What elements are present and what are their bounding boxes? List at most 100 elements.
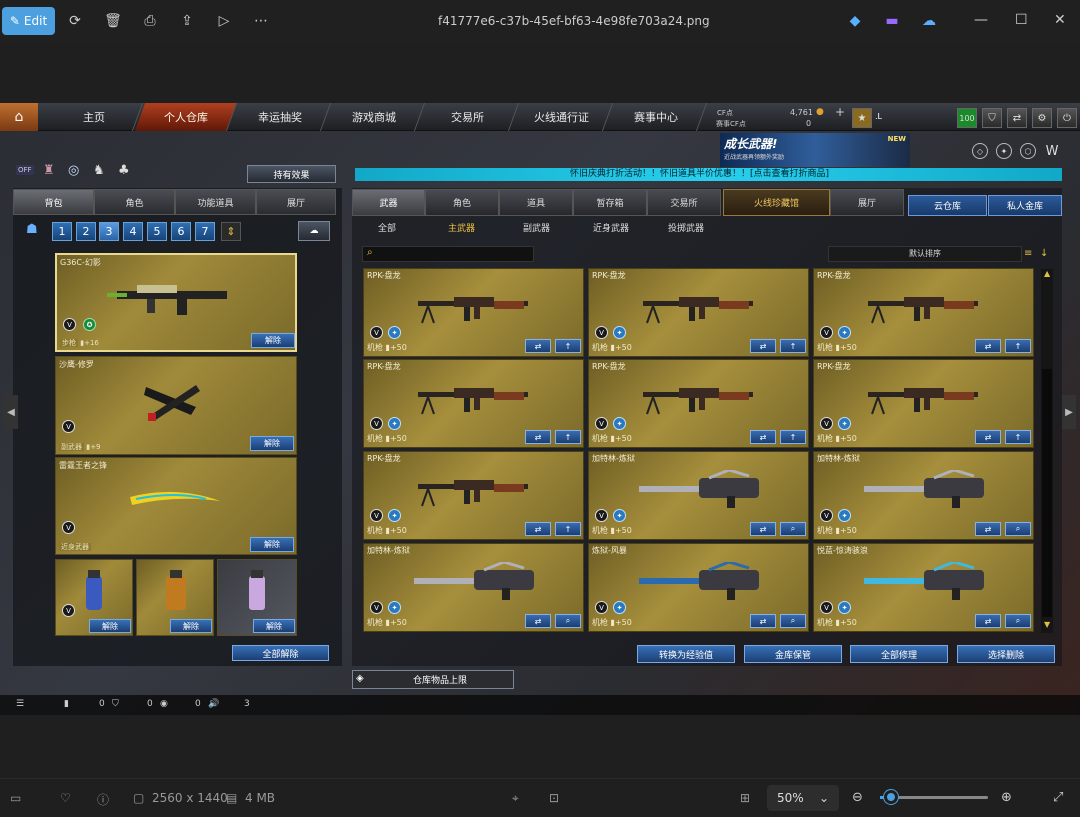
clipchamp-icon[interactable]: ▬	[883, 12, 901, 30]
storage-limit[interactable]: 仓库物品上限	[352, 670, 514, 689]
equip-button[interactable]: ↑	[780, 430, 806, 444]
share-icon[interactable]: ⇪	[178, 12, 196, 30]
inspect-button[interactable]: ⌕	[1005, 522, 1031, 536]
event-icon-1[interactable]: ◇	[972, 143, 988, 159]
runner-icon[interactable]: ♞	[93, 163, 105, 178]
sort-order-icon[interactable]: ↓	[1040, 248, 1048, 259]
equip-compare-button[interactable]: ⇄	[525, 614, 551, 628]
helmet-icon[interactable]: ☗	[26, 222, 38, 237]
tab-temp-box[interactable]: 暂存箱	[573, 189, 647, 216]
edit-button[interactable]: ✎ Edit	[2, 7, 55, 35]
grenade-slot[interactable]: 解除	[136, 559, 214, 636]
swap-icon[interactable]: ⇄	[1007, 108, 1027, 128]
inspect-button[interactable]: ⌕	[1005, 614, 1031, 628]
maximize-button[interactable]: ☐	[1015, 12, 1028, 28]
scroll-down-icon[interactable]: ▼	[1044, 620, 1050, 629]
shield-icon[interactable]: ⛉	[982, 108, 1002, 128]
filmstrip-icon[interactable]: ▭	[10, 791, 21, 805]
tab-collection[interactable]: 火线珍藏馆	[723, 189, 830, 216]
unequip-button[interactable]: 解除	[250, 537, 294, 552]
weapon-card[interactable]: 悦蓝-惊涛骇浪 V ✦ 机枪 ▮+50 ⇄ ⌕	[813, 543, 1034, 632]
equip-button[interactable]: ↑	[555, 522, 581, 536]
grenade-slot[interactable]: V 解除	[55, 559, 133, 636]
tab-backpack[interactable]: 背包	[13, 189, 94, 215]
print-icon[interactable]: ⎙	[141, 12, 159, 30]
weapon-card[interactable]: RPK-盘龙 V ✦ 机枪 ▮+50 ⇄ ↑	[588, 359, 809, 448]
vault-keep-button[interactable]: 金库保管	[744, 645, 842, 663]
inspect-button[interactable]: ⌕	[780, 522, 806, 536]
nav-lottery[interactable]: 幸运抽奖	[228, 103, 332, 131]
equip-compare-button[interactable]: ⇄	[525, 430, 551, 444]
effect-button[interactable]: 持有效果	[247, 165, 336, 183]
event-icon-3[interactable]: ⬡	[1020, 143, 1036, 159]
zoom-slider-handle[interactable]	[884, 790, 898, 804]
rotate-icon[interactable]: ⟳	[66, 12, 84, 30]
equip-compare-button[interactable]: ⇄	[525, 339, 551, 353]
subtab-secondary[interactable]: 副武器	[523, 221, 550, 234]
loadout-share-icon[interactable]: ☁	[298, 221, 330, 241]
target-icon[interactable]: ◎	[68, 163, 79, 178]
weapon-card[interactable]: RPK-盘龙 V ✦ 机枪 ▮+50 ⇄ ↑	[813, 268, 1034, 357]
tab-weapons[interactable]: 武器	[352, 189, 425, 216]
primary-slot[interactable]: G36C-幻影 V ✪ 步枪 ▮+16 解除	[55, 253, 297, 352]
minimize-button[interactable]: —	[974, 12, 988, 28]
zoom-dropdown[interactable]: 50% ⌄	[767, 785, 839, 811]
unequip-button[interactable]: 解除	[89, 619, 131, 633]
subtab-all[interactable]: 全部	[378, 221, 396, 234]
unequip-button[interactable]: 解除	[253, 619, 295, 633]
event-icon-2[interactable]: ✦	[996, 143, 1012, 159]
page-button-active[interactable]: 3	[99, 222, 119, 241]
equip-compare-button[interactable]: ⇄	[750, 339, 776, 353]
equip-compare-button[interactable]: ⇄	[975, 339, 1001, 353]
fullscreen-icon[interactable]: ⤢	[1053, 790, 1063, 805]
inspect-button[interactable]: ⌕	[780, 614, 806, 628]
weapon-card[interactable]: RPK-盘龙 V ✦ 机枪 ▮+50 ⇄ ↑	[588, 268, 809, 357]
weapon-card[interactable]: 加特林-炼狱 V ✦ 机枪 ▮+50 ⇄ ⌕	[363, 543, 584, 632]
nav-shop[interactable]: 游戏商城	[322, 103, 426, 131]
event-icon-4[interactable]: W	[1044, 143, 1060, 159]
list-view-icon[interactable]: ≡	[1024, 248, 1032, 259]
unequip-button[interactable]: 解除	[170, 619, 212, 633]
nav-events[interactable]: 赛事中心	[604, 103, 708, 131]
equip-compare-button[interactable]: ⇄	[750, 522, 776, 536]
tab-showroom[interactable]: 展厅	[256, 189, 336, 215]
page-button[interactable]: 5	[147, 222, 167, 241]
weapon-card[interactable]: RPK-盘龙 V ✦ 机枪 ▮+50 ⇄ ↑	[813, 359, 1034, 448]
secondary-slot[interactable]: 沙鹰-修罗 V 副武器 ▮+9 解除	[55, 356, 297, 455]
page-button[interactable]: 7	[195, 222, 215, 241]
tab-character[interactable]: 角色	[94, 189, 175, 215]
tab-items[interactable]: 道具	[499, 189, 573, 216]
zoom-in-icon[interactable]: ⊕	[1001, 790, 1012, 805]
equip-button[interactable]: ↑	[1005, 430, 1031, 444]
home-icon[interactable]: ⌂	[0, 103, 38, 131]
equip-compare-button[interactable]: ⇄	[750, 430, 776, 444]
info-icon[interactable]: ⓘ	[97, 791, 109, 808]
page-button[interactable]: 2	[76, 222, 96, 241]
gear-icon[interactable]: ⚙	[1032, 108, 1052, 128]
tab-private-vault[interactable]: 私人金库	[988, 195, 1062, 216]
scrollbar[interactable]	[1041, 269, 1053, 633]
tab-exchange[interactable]: 交易所	[647, 189, 721, 216]
repair-all-button[interactable]: 全部修理	[850, 645, 948, 663]
power-icon[interactable]: ⏻	[1057, 108, 1077, 128]
designer-icon[interactable]: ◆	[846, 12, 864, 30]
equip-button[interactable]: ↑	[1005, 339, 1031, 353]
subtab-throwable[interactable]: 投掷武器	[668, 221, 704, 234]
release-all-button[interactable]: 全部解除	[232, 645, 329, 661]
next-arrow-icon[interactable]: ▶	[1062, 395, 1076, 429]
melee-slot[interactable]: 雷霆王者之锋 V 近身武器 解除	[55, 457, 297, 555]
subtab-melee[interactable]: 近身武器	[593, 221, 629, 234]
page-button[interactable]: 4	[123, 222, 143, 241]
equip-button[interactable]: ↑	[555, 430, 581, 444]
nav-pass[interactable]: 火线通行证	[510, 103, 614, 131]
team-icon[interactable]: ♜	[43, 163, 55, 178]
promo-banner[interactable]: 成长武器! 近战武器再领额外奖励 NEW	[720, 133, 910, 167]
text-scan-icon[interactable]: ⊡	[549, 791, 559, 805]
off-toggle[interactable]: OFF	[16, 165, 34, 175]
equip-compare-button[interactable]: ⇄	[975, 522, 1001, 536]
tab-characters[interactable]: 角色	[425, 189, 499, 216]
favorite-icon[interactable]: ♡	[60, 791, 71, 805]
subtab-primary[interactable]: 主武器	[448, 221, 475, 234]
page-button[interactable]: 1	[52, 222, 72, 241]
add-cf-icon[interactable]: +	[835, 105, 845, 119]
